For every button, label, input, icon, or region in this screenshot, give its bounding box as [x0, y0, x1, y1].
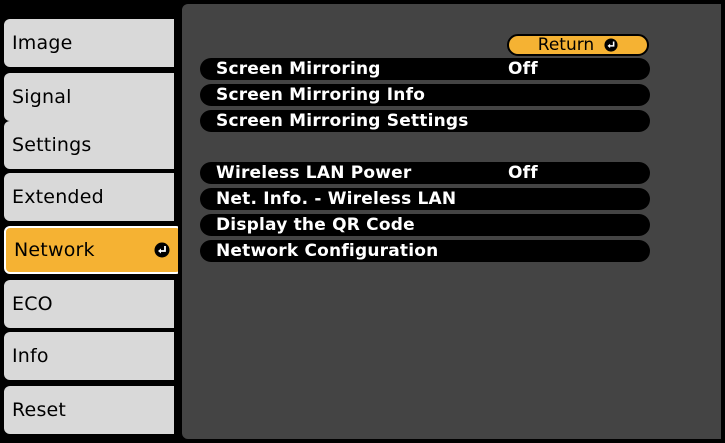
tab-label: Signal — [12, 86, 72, 108]
return-button[interactable]: Return — [507, 34, 649, 56]
tab-label: ECO — [12, 293, 53, 315]
menu-item-label: Network Configuration — [216, 241, 439, 261]
menu-item-wireless-lan-power[interactable]: Wireless LAN Power Off — [200, 162, 650, 184]
tab-reset[interactable]: Reset — [4, 386, 174, 434]
tab-signal[interactable]: Signal — [4, 73, 174, 121]
tab-label: Network — [14, 239, 95, 261]
menu-item-screen-mirroring-info[interactable]: Screen Mirroring Info — [200, 84, 650, 106]
menu-item-screen-mirroring-settings[interactable]: Screen Mirroring Settings — [200, 110, 650, 132]
menu-item-net-info-wireless-lan[interactable]: Net. Info. - Wireless LAN — [200, 188, 650, 210]
menu-item-label: Screen Mirroring Info — [216, 85, 426, 105]
tab-network[interactable]: Network — [4, 226, 182, 274]
tab-info[interactable]: Info — [4, 332, 174, 380]
return-label: Return — [537, 35, 595, 55]
menu-item-screen-mirroring[interactable]: Screen Mirroring Off — [200, 58, 650, 80]
tab-label: Info — [12, 345, 49, 367]
tab-extended[interactable]: Extended — [4, 173, 174, 221]
tab-eco[interactable]: ECO — [4, 280, 174, 328]
menu-item-label: Screen Mirroring Settings — [216, 111, 469, 131]
tab-label: Extended — [12, 186, 104, 208]
tab-image[interactable]: Image — [4, 19, 174, 67]
menu-item-label: Net. Info. - Wireless LAN — [216, 189, 457, 209]
tab-settings[interactable]: Settings — [4, 121, 174, 169]
menu-item-label: Wireless LAN Power — [216, 163, 412, 183]
enter-icon — [154, 242, 170, 258]
menu-item-value: Off — [508, 59, 538, 79]
menu-item-label: Screen Mirroring — [216, 59, 381, 79]
projector-menu: Image Signal Settings Extended Network E… — [0, 0, 725, 443]
tab-label: Settings — [12, 134, 92, 156]
menu-item-network-configuration[interactable]: Network Configuration — [200, 240, 650, 262]
menu-item-display-qr-code[interactable]: Display the QR Code — [200, 214, 650, 236]
menu-item-label: Display the QR Code — [216, 215, 415, 235]
menu-item-value: Off — [508, 163, 538, 183]
enter-icon — [604, 38, 618, 52]
tab-label: Image — [12, 32, 73, 54]
tab-label: Reset — [12, 399, 67, 421]
